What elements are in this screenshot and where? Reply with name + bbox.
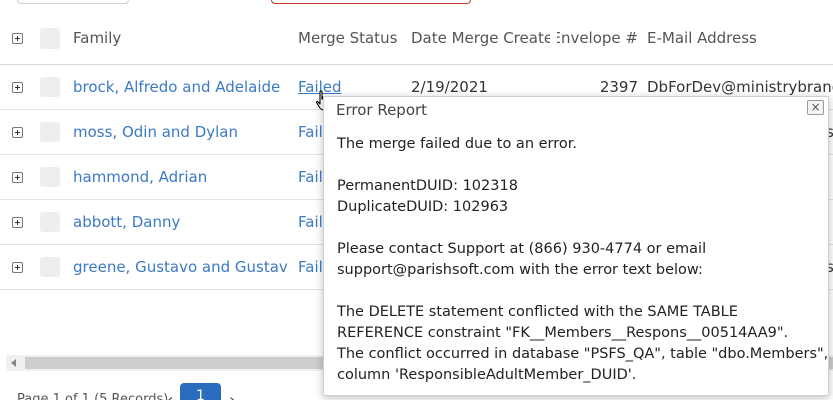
popup-title: Error Report (336, 101, 428, 119)
expand-row-icon[interactable] (12, 261, 23, 273)
row-checkbox[interactable] (40, 77, 60, 97)
chevron-right-icon[interactable]: › (229, 390, 235, 400)
contact-line: Please contact Support at (866) 930-4774… (337, 241, 707, 257)
error-detail-line: The conflict occurred in database "PSFS_… (337, 346, 829, 362)
header-merge-status[interactable]: Merge Status (298, 12, 403, 64)
header-email[interactable]: E-Mail Address (647, 12, 833, 64)
error-report-popup: Error Report × The merge failed due to a… (323, 96, 829, 396)
row-checkbox[interactable] (40, 122, 60, 142)
toolbar-input-fragment[interactable] (17, 0, 129, 4)
error-detail-line: column 'ResponsibleAdultMember_DUID'. (337, 367, 637, 383)
row-checkbox[interactable] (40, 257, 60, 277)
family-link[interactable]: abbott, Danny (73, 200, 288, 244)
chevron-left-icon[interactable]: ‹ (167, 390, 173, 400)
expand-row-icon[interactable] (12, 216, 23, 228)
family-link[interactable]: hammond, Adrian (73, 155, 288, 199)
expand-row-icon[interactable] (12, 171, 23, 183)
expand-row-icon[interactable] (12, 126, 23, 138)
header-date-merge-created[interactable]: Date Merge Createc (411, 12, 550, 64)
page-1-button[interactable]: 1 (180, 383, 221, 400)
error-message: The merge failed due to an error. (337, 136, 578, 152)
close-icon[interactable]: × (807, 100, 824, 115)
error-detail-line: The DELETE statement conflicted with the… (337, 304, 738, 320)
duplicate-duid: DuplicateDUID: 102963 (337, 199, 509, 215)
expand-all-icon[interactable] (12, 32, 23, 44)
family-link[interactable]: greene, Gustavo and Gustavo (73, 245, 288, 289)
alert-box-fragment (271, 0, 471, 4)
scroll-left-icon[interactable] (11, 359, 16, 367)
table-header-row: Family Merge Status Date Merge Createc E… (0, 12, 833, 65)
row-checkbox[interactable] (40, 212, 60, 232)
header-envelope[interactable]: Envelope # (557, 12, 638, 64)
permanent-duid: PermanentDUID: 102318 (337, 178, 518, 194)
select-all-checkbox[interactable] (40, 27, 60, 49)
pager: Page 1 of 1 (5 Records) ‹ 1 › (17, 383, 347, 400)
popup-body: The merge failed due to an error. Perman… (337, 134, 829, 400)
pager-summary: Page 1 of 1 (5 Records) (17, 392, 169, 400)
family-link[interactable]: moss, Odin and Dylan (73, 110, 288, 154)
contact-line: support@parishsoft.com with the error te… (337, 262, 703, 278)
error-detail-line: REFERENCE constraint "FK__Members__Respo… (337, 325, 789, 341)
family-link[interactable]: brock, Alfredo and Adelaide (73, 65, 288, 109)
expand-row-icon[interactable] (12, 81, 23, 93)
row-checkbox[interactable] (40, 167, 60, 187)
header-family[interactable]: Family (73, 12, 288, 64)
